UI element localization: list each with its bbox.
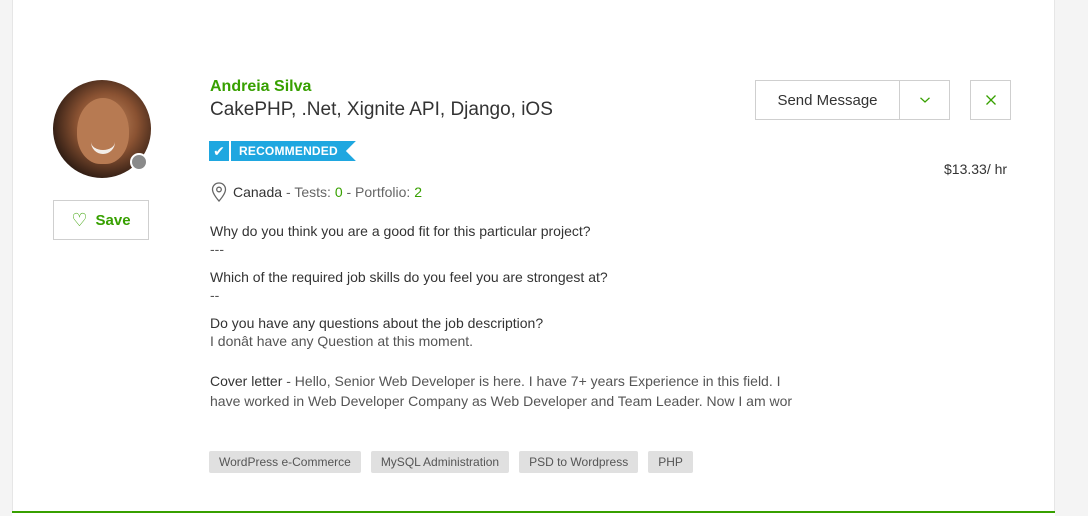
freelancer-name[interactable]: Andreia Silva — [210, 78, 311, 96]
qa-answer: --- — [210, 241, 224, 257]
send-message-button[interactable]: Send Message — [755, 80, 900, 120]
map-pin-icon — [211, 182, 227, 202]
recommended-badge-label: RECOMMENDED — [231, 141, 356, 161]
checkmark-icon: ✔ — [209, 141, 231, 161]
freelancer-meta: Canada - Tests: 0 - Portfolio: 2 — [211, 182, 422, 202]
hourly-rate: $13.33/ hr — [944, 161, 1008, 177]
skill-tag[interactable]: PHP — [648, 451, 693, 473]
close-icon — [985, 95, 996, 105]
save-button[interactable]: ♡ Save — [53, 200, 149, 240]
cover-letter-label: Cover letter — [210, 373, 283, 389]
qa-answer: I donât have any Question at this moment… — [210, 333, 474, 349]
cover-letter-text: - Hello, Senior Web Developer is here. I… — [210, 373, 793, 409]
qa-answer: -- — [210, 287, 220, 303]
skill-tag[interactable]: MySQL Administration — [370, 451, 510, 473]
recommended-badge: ✔ RECOMMENDED — [209, 141, 356, 161]
save-button-label: Save — [95, 211, 131, 229]
send-message-group: Send Message — [755, 80, 950, 120]
status-offline-indicator — [130, 153, 148, 171]
qa-question: Why do you think you are a good fit for … — [210, 223, 591, 239]
portfolio-count[interactable]: 2 — [414, 184, 422, 200]
qa-item: Why do you think you are a good fit for … — [210, 222, 591, 258]
skill-tag[interactable]: WordPress e-Commerce — [209, 451, 361, 473]
qa-question: Which of the required job skills do you … — [210, 269, 608, 285]
dismiss-button[interactable] — [970, 80, 1011, 120]
skills-list: WordPress e-Commerce MySQL Administratio… — [209, 451, 693, 473]
qa-item: Do you have any questions about the job … — [210, 314, 543, 350]
tests-count[interactable]: 0 — [335, 184, 343, 200]
portfolio-label: - Portfolio: — [346, 184, 411, 200]
tests-label: - Tests: — [286, 184, 331, 200]
qa-item: Which of the required job skills do you … — [210, 268, 608, 304]
skill-tag[interactable]: PSD to Wordpress — [519, 451, 639, 473]
freelancer-card — [12, 0, 1055, 516]
chevron-down-icon — [919, 97, 930, 103]
next-card-border — [12, 511, 1055, 516]
cover-letter: Cover letter - Hello, Senior Web Develop… — [210, 371, 810, 411]
country: Canada — [233, 184, 283, 200]
more-actions-dropdown[interactable] — [900, 80, 950, 120]
qa-question: Do you have any questions about the job … — [210, 315, 544, 331]
freelancer-title: CakePHP, .Net, Xignite API, Django, iOS — [210, 99, 553, 120]
heart-outline-icon: ♡ — [71, 210, 88, 230]
